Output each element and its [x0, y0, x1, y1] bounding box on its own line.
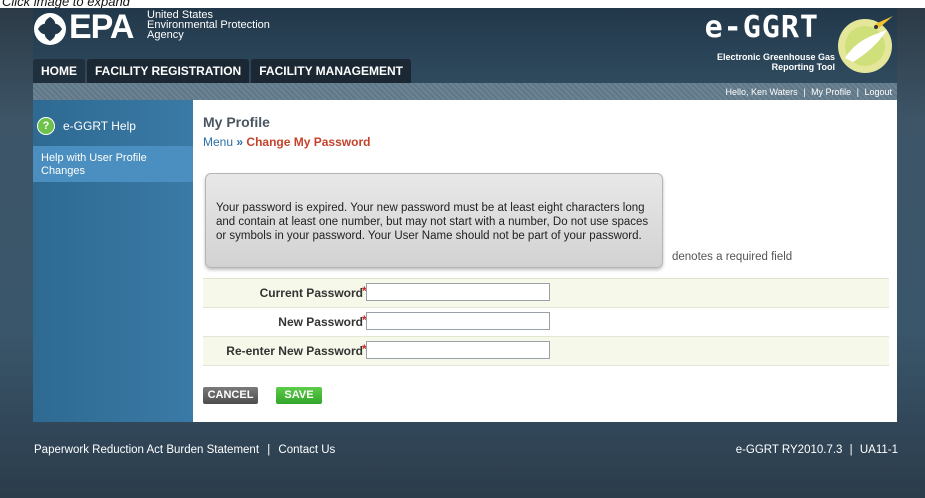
agency-line: Agency [147, 29, 184, 41]
breadcrumb-menu-link[interactable]: Menu [203, 135, 233, 149]
form-row-new-password: New Password * [203, 308, 889, 337]
new-password-input[interactable] [366, 312, 550, 330]
current-password-label: Current Password [259, 286, 363, 300]
epa-logo[interactable]: EPA United States Environmental Protecti… [33, 8, 283, 56]
help-title: e-GGRT Help [63, 119, 136, 133]
nav-tab-facility-registration[interactable]: FACILITY REGISTRATION [87, 59, 250, 85]
sidebar: ? e-GGRT Help Help with User Profile Cha… [33, 100, 193, 422]
separator: | [803, 87, 806, 97]
separator: | [856, 87, 859, 97]
change-password-form: Current Password * New Password * Re-ent… [203, 278, 889, 377]
epa-wordmark: EPA [69, 8, 134, 46]
breadcrumb-current: Change My Password [246, 135, 371, 149]
my-profile-link[interactable]: My Profile [811, 87, 851, 97]
sidebar-item-help-user-profile[interactable]: Help with User Profile Changes [33, 146, 193, 182]
password-expired-notice: Your password is expired. Your new passw… [205, 173, 663, 268]
site-header: EPA United States Environmental Protecti… [33, 8, 897, 85]
reenter-password-label: Re-enter New Password [226, 344, 363, 358]
epa-agency-name: United States Environmental Protection A… [147, 10, 270, 41]
subtitle-line: Reporting Tool [771, 62, 835, 72]
current-password-input[interactable] [366, 283, 550, 301]
nav-tab-facility-management[interactable]: FACILITY MANAGEMENT [251, 59, 412, 85]
breadcrumb-separator: » [236, 135, 244, 149]
help-header[interactable]: ? e-GGRT Help [33, 114, 193, 140]
help-question-icon: ? [37, 117, 55, 135]
e-ggrt-logo[interactable]: e-GGRT Electronic Greenhouse Gas Reporti… [687, 8, 897, 80]
contact-us-link[interactable]: Contact Us [278, 444, 335, 456]
subtitle-line: Electronic Greenhouse Gas [716, 52, 835, 62]
logout-link[interactable]: Logout [864, 87, 892, 97]
version-text: e-GGRT RY2010.7.3 [735, 444, 843, 456]
footer-version: e-GGRT RY2010.7.3 | UA11-1 [736, 444, 898, 456]
main-content: My Profile Menu » Change My Password You… [193, 100, 897, 422]
app-subtitle: Electronic Greenhouse Gas Reporting Tool [717, 52, 835, 72]
breadcrumb: Menu » Change My Password [203, 135, 370, 149]
bird-logo-icon [838, 16, 893, 73]
separator: | [849, 444, 853, 456]
app-title: e-GGRT [704, 10, 819, 45]
save-button[interactable]: SAVE [276, 387, 322, 404]
nav-tab-home[interactable]: HOME [33, 59, 85, 83]
page-title: My Profile [203, 114, 270, 130]
separator: | [267, 444, 271, 456]
epa-flower-icon [34, 13, 66, 45]
form-row-current-password: Current Password * [203, 279, 889, 308]
paperwork-reduction-link[interactable]: Paperwork Reduction Act Burden Statement [34, 444, 259, 456]
main-nav: HOME FACILITY REGISTRATION FACILITY MANA… [33, 59, 413, 85]
user-bar: Hello, Ken Waters | My Profile | Logout [33, 83, 897, 100]
reenter-password-input[interactable] [366, 341, 550, 359]
user-greeting: Hello, Ken Waters [725, 87, 798, 97]
required-field-note: denotes a required field [672, 251, 793, 263]
form-row-reenter-password: Re-enter New Password * [203, 337, 889, 366]
footer-links: Paperwork Reduction Act Burden Statement… [34, 444, 335, 456]
cancel-button[interactable]: CANCEL [203, 387, 258, 404]
screen-id: UA11-1 [859, 444, 898, 456]
new-password-label: New Password [278, 315, 363, 329]
